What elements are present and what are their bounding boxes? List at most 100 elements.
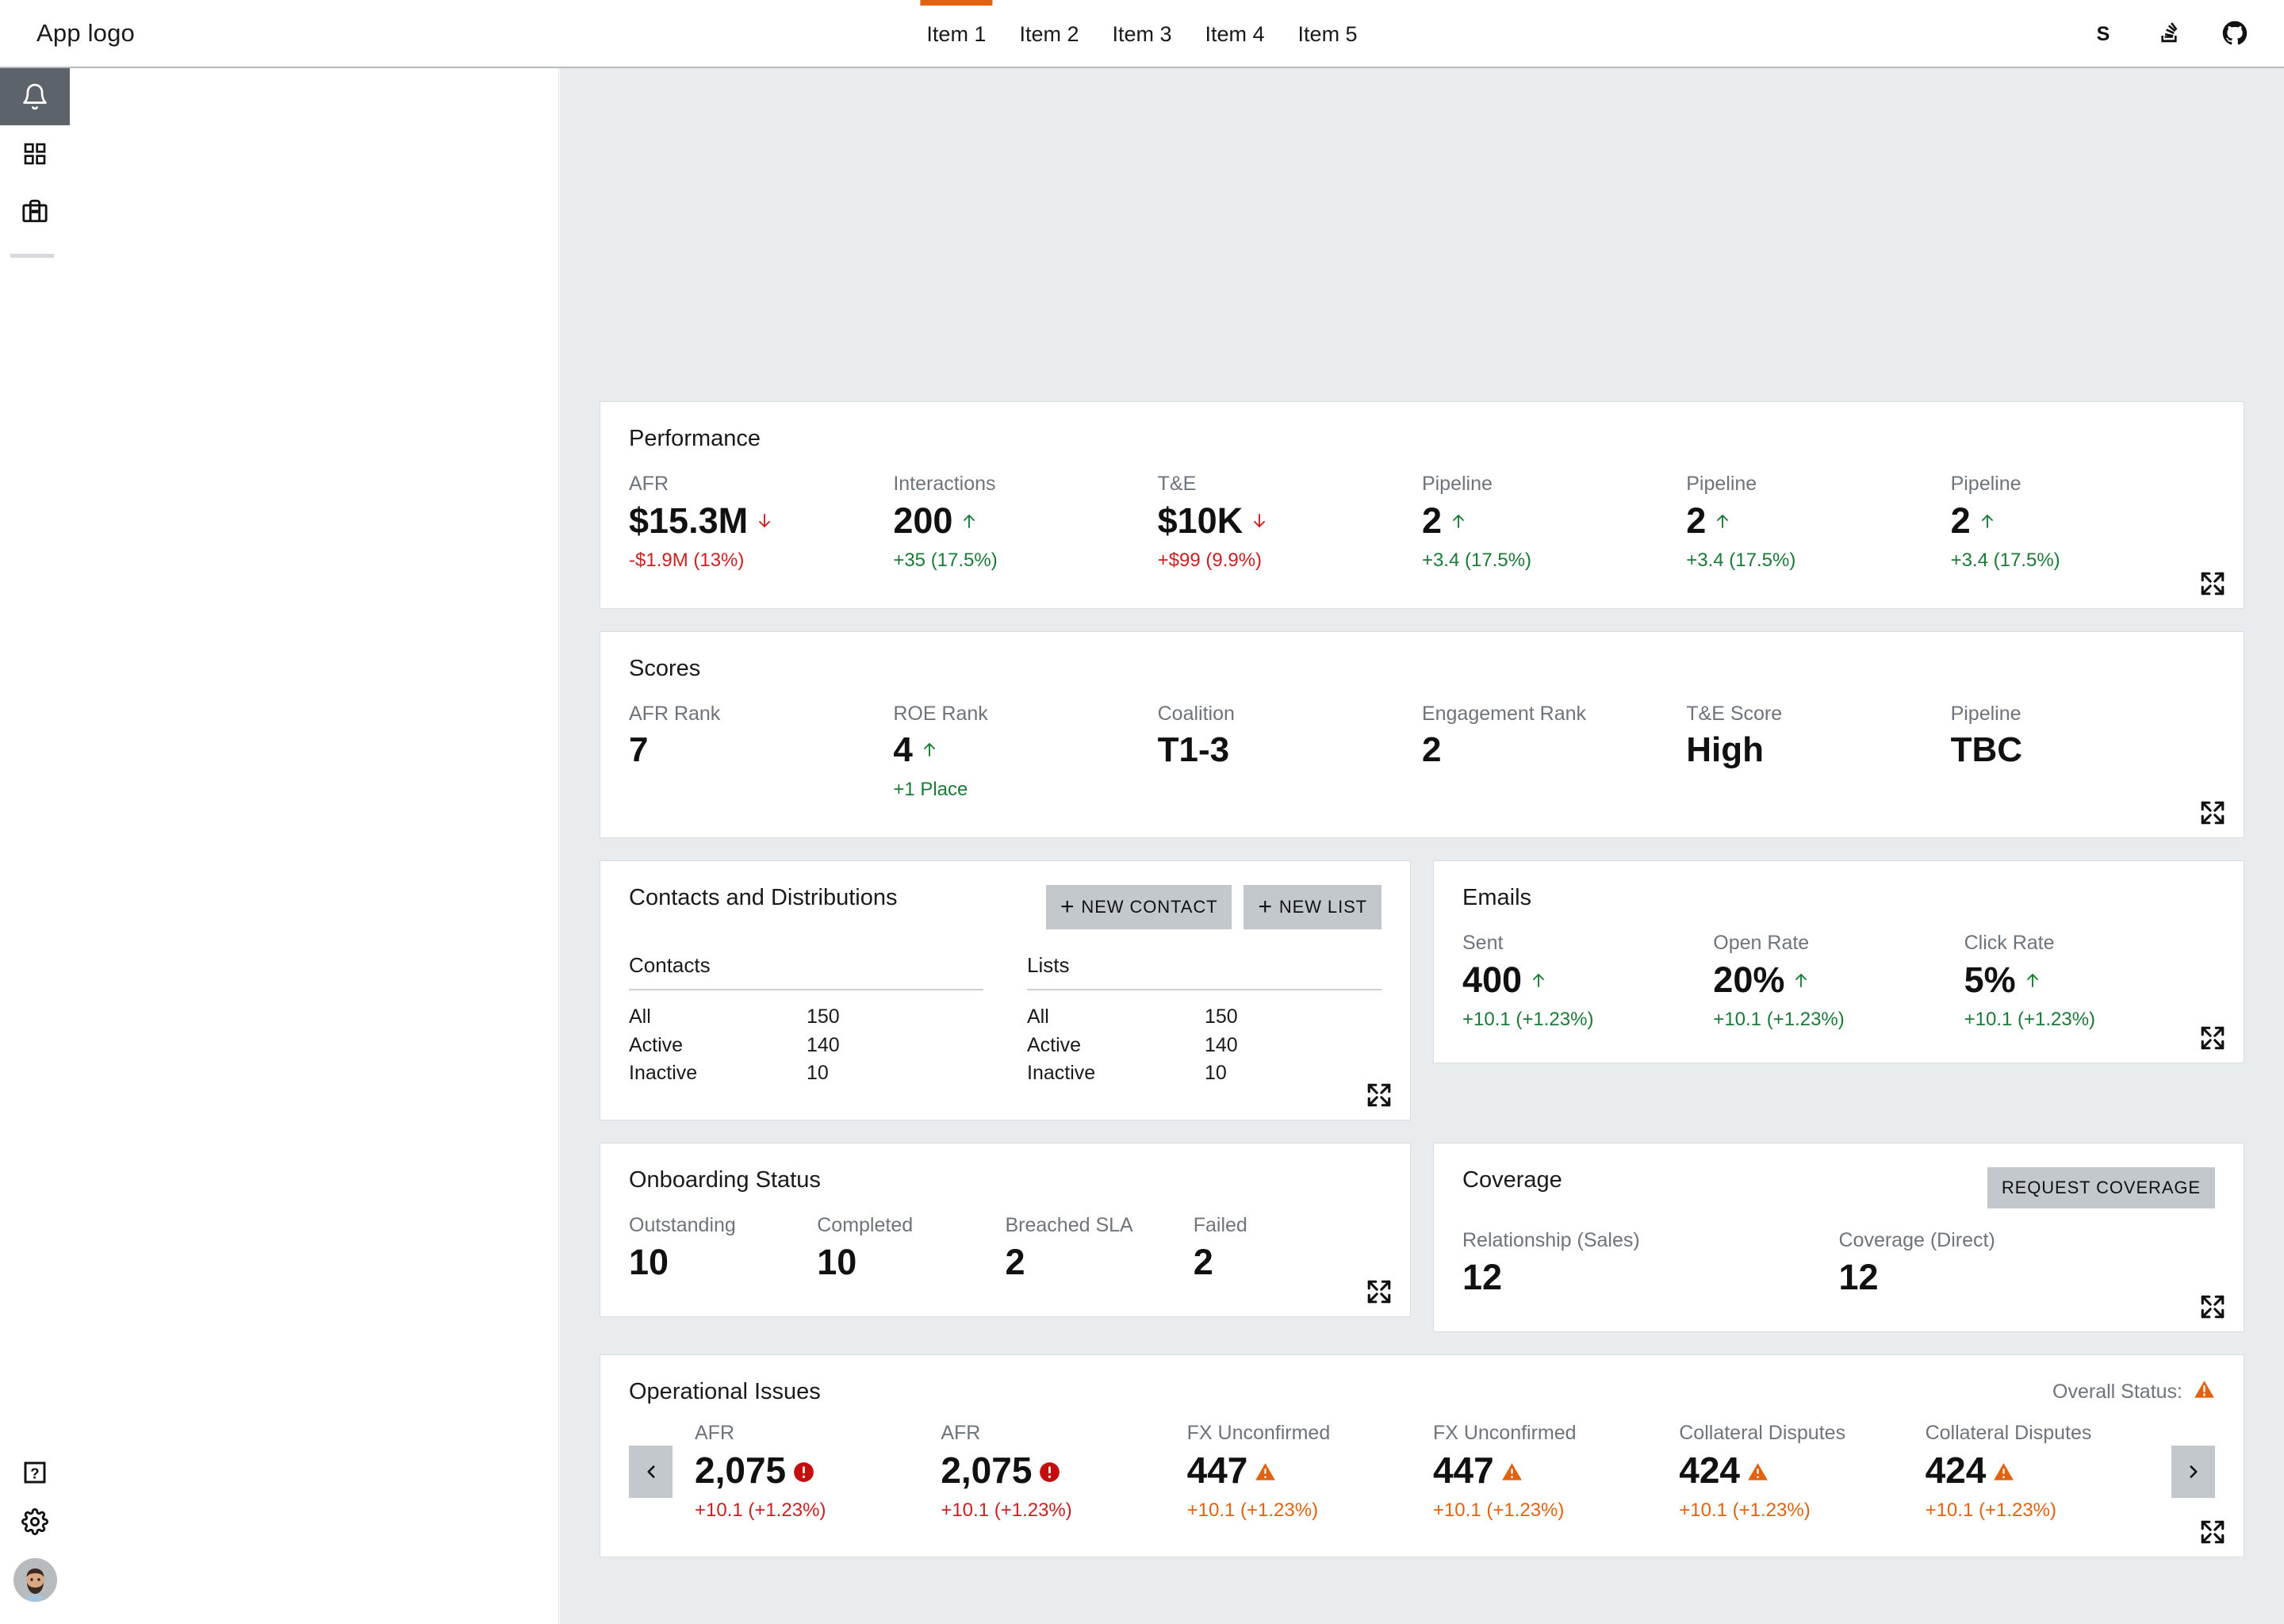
sidebar-item-briefcase[interactable] [0,182,70,239]
nav-item-5[interactable]: Item 5 [1282,0,1374,68]
metric-label: Breached SLA [1006,1214,1194,1237]
avatar[interactable] [13,1558,57,1602]
nav-item-label: Item 1 [926,22,986,47]
sidebar-item-notifications[interactable] [0,68,70,125]
expand-icon[interactable] [2199,1519,2226,1545]
contacts-columns: ContactsAll150Active140Inactive10ListsAl… [629,953,1382,1088]
expand-icon[interactable] [1366,1082,1393,1109]
nav-item-1[interactable]: Item 1 [910,0,1002,68]
coverage-metric: Coverage (Direct)12 [1839,1229,2216,1295]
metric-value-text: 2 [1951,503,1971,538]
metric-label: AFR Rank [629,703,893,726]
metric-value-text: 2,075 [941,1452,1032,1488]
expand-icon[interactable] [2199,1025,2226,1051]
nav-item-2[interactable]: Item 2 [1002,0,1095,68]
scores-metric: AFR Rank 7 [629,703,893,801]
expand-icon[interactable] [1366,1278,1393,1305]
list-item-key: Inactive [1027,1059,1205,1088]
new-contact-button[interactable]: + NEW CONTACT [1046,885,1232,929]
metric-value: 400 [1462,962,1713,998]
request-coverage-button[interactable]: REQUEST COVERAGE [1987,1167,2215,1208]
metric-label: Coalition [1158,703,1422,726]
nav-item-3[interactable]: Item 3 [1095,0,1188,68]
metric-value: 447 [1433,1452,1679,1488]
emails-column: Emails Sent400+10.1 (+1.23%)Open Rate20%… [1433,860,2244,1143]
metric-label: Relationship (Sales) [1462,1229,1839,1252]
coverage-metric: Relationship (Sales)12 [1462,1229,1839,1295]
metric-label: Collateral Disputes [1679,1422,1925,1445]
github-icon[interactable] [2219,17,2251,49]
sidebar-item-dashboard[interactable] [0,125,70,182]
issues-metric: AFR 2,075 +10.1 (+1.23%) [695,1422,941,1522]
card-header: Contacts and Distributions + NEW CONTACT… [629,885,1382,929]
nav-item-4[interactable]: Item 4 [1189,0,1282,68]
metric-delta: +10.1 (+1.23%) [1713,1009,1964,1031]
coverage-column: Coverage REQUEST COVERAGE Relationship (… [1433,1143,2244,1354]
metric-delta: +$99 (9.9%) [1158,550,1422,572]
contacts-actions: + NEW CONTACT + NEW LIST [1046,885,1382,929]
metric-value: 10 [629,1244,817,1280]
metric-value-text: T1-3 [1158,733,1229,768]
issues-next-button[interactable] [2171,1446,2215,1498]
performance-metric: Interactions200+35 (17.5%) [893,473,1157,572]
metric-delta: +10.1 (+1.23%) [1462,1009,1713,1031]
arrow-up-icon [1529,962,1548,998]
metric-label: Completed [817,1214,1005,1237]
metric-label: T&E [1158,473,1422,496]
performance-metric: T&E$10K+$99 (9.9%) [1158,473,1422,572]
nav-item-label: Item 3 [1112,22,1171,47]
scores-metric: ROE Rank4+1 Place [893,703,1157,801]
contacts-subcolumn-heading: Contacts [629,953,983,990]
new-list-button[interactable]: + NEW LIST [1244,885,1382,929]
coverage-metrics: Relationship (Sales)12Coverage (Direct)1… [1462,1229,2215,1295]
metric-label: AFR [695,1422,941,1445]
metric-value: 200 [893,503,1157,538]
emails-metric: Click Rate5%+10.1 (+1.23%) [1964,932,2215,1031]
main-nav: Item 1 Item 2 Item 3 Item 4Item 5 [910,0,1374,68]
metric-value: 2 [1422,733,1686,768]
arrow-up-icon [1792,962,1811,998]
metric-value: 2,075 [941,1452,1186,1488]
metric-value-text: 200 [893,503,952,538]
storybook-icon[interactable]: S [2087,17,2119,49]
metric-value: 7 [629,733,893,768]
performance-metric: Pipeline2+3.4 (17.5%) [1951,473,2215,572]
expand-icon[interactable] [2199,570,2226,597]
contacts-subcolumn: Contacts All150Active140Inactive10 [629,953,983,1088]
card-title: Scores [629,656,2215,682]
scores-metric: Engagement Rank2 [1422,703,1686,801]
sidebar-rail [0,68,70,1624]
sidebar: ? [0,68,559,1624]
stack-overflow-icon[interactable] [2153,17,2185,49]
list-item-value: 10 [807,1059,829,1088]
metric-delta: +10.1 (+1.23%) [1964,1009,2215,1031]
contacts-list: All150Active140Inactive10 [629,1003,983,1088]
coverage-card: Coverage REQUEST COVERAGE Relationship (… [1433,1143,2244,1332]
nav-item-label: Item 2 [1019,22,1079,47]
expand-icon[interactable] [2199,799,2226,826]
issues-metric: AFR2,075+10.1 (+1.23%) [941,1422,1186,1522]
contacts-card: Contacts and Distributions + NEW CONTACT… [600,860,1411,1120]
new-contact-label: NEW CONTACT [1081,897,1217,917]
metric-delta: +10.1 (+1.23%) [695,1500,941,1522]
gear-icon[interactable] [0,1508,70,1535]
metric-value: 2 [1951,503,2215,538]
metric-value: 20% [1713,962,1964,998]
metric-label: T&E Score [1686,703,1950,726]
expand-icon[interactable] [2199,1293,2226,1320]
performance-card: Performance AFR$15.3M-$1.9M (13%)Interac… [600,401,2244,609]
metric-value-text: 2,075 [695,1452,786,1488]
issues-metric: FX Unconfirmed447+10.1 (+1.23%) [1433,1422,1679,1522]
emails-metric: Open Rate20%+10.1 (+1.23%) [1713,932,1964,1031]
list-item: Active140 [1027,1032,1382,1060]
metric-delta: +10.1 (+1.23%) [941,1500,1186,1522]
issues-prev-button[interactable] [629,1446,673,1498]
metric-value-text: 10 [817,1244,856,1280]
metric-value-text: 424 [1926,1452,1987,1488]
metric-delta: +1 Place [893,779,1157,801]
metric-value-text: 5% [1964,962,2016,998]
list-item-value: 150 [807,1003,840,1032]
help-icon[interactable]: ? [0,1460,70,1485]
metric-value-text: 12 [1839,1259,1879,1295]
arrow-down-icon [1250,503,1269,538]
